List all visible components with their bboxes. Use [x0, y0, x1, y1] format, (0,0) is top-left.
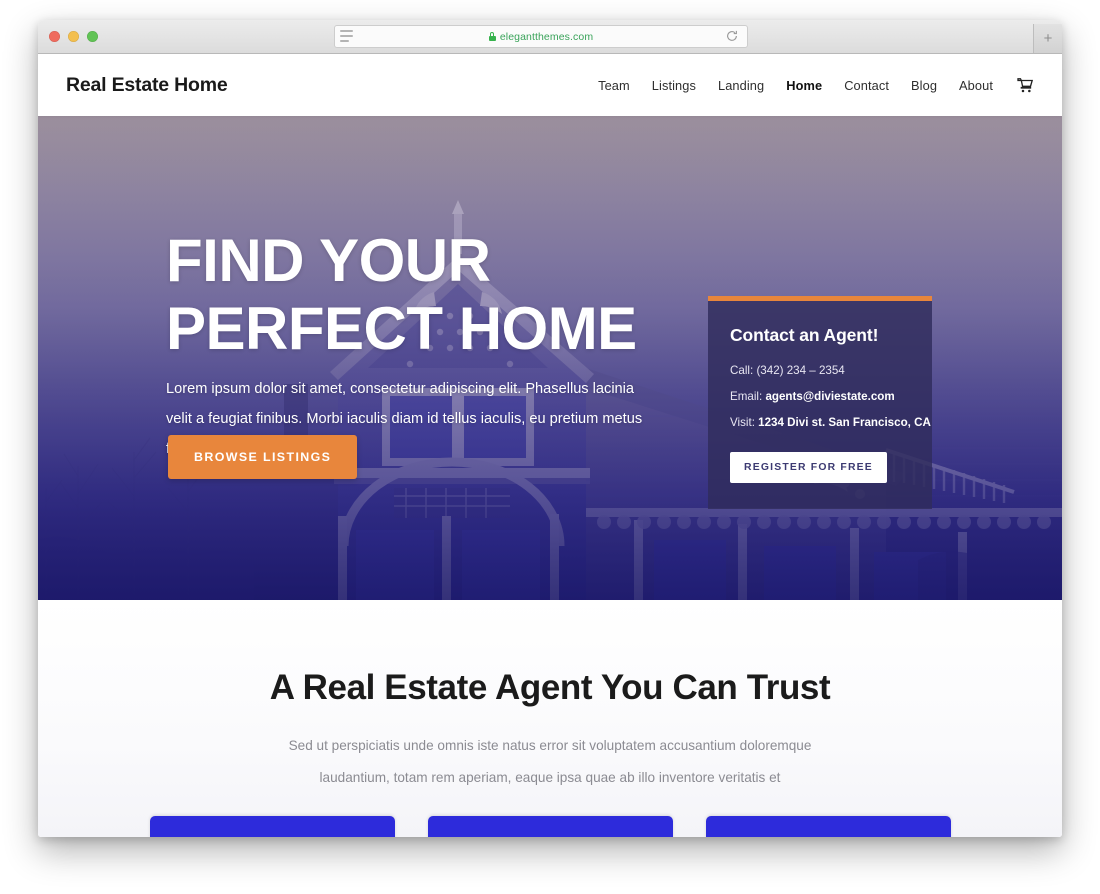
nav-item-contact[interactable]: Contact [844, 78, 889, 93]
browser-window: elegantthemes.com + Real Estate Home Tea… [38, 20, 1062, 837]
close-window-button[interactable] [49, 31, 60, 42]
agent-card-title: Contact an Agent! [730, 325, 879, 345]
zoom-window-button[interactable] [87, 31, 98, 42]
reader-view-icon[interactable] [340, 30, 353, 42]
register-for-free-button[interactable]: REGISTER FOR FREE [730, 451, 887, 483]
new-tab-button[interactable]: + [1033, 24, 1062, 53]
nav-item-about[interactable]: About [959, 78, 993, 93]
feature-card-3[interactable] [705, 816, 951, 837]
feature-card-1[interactable] [149, 816, 395, 837]
contact-agent-card: Contact an Agent! Call: (342) 234 – 2354… [708, 296, 932, 509]
browse-listings-button[interactable]: BROWSE LISTINGS [168, 435, 358, 479]
address-bar[interactable]: elegantthemes.com [334, 25, 748, 48]
feature-card-2[interactable] [427, 816, 673, 837]
hero-title-line1: FIND YOUR [166, 227, 491, 294]
hero-content: FIND YOUR PERFECT HOME Lorem ipsum dolor … [38, 116, 1062, 600]
webpage: Real Estate Home Team Listings Landing H… [38, 54, 1062, 837]
lock-icon [488, 32, 496, 41]
browser-toolbar: elegantthemes.com + [38, 20, 1062, 54]
agent-email-label: Email: [730, 389, 763, 403]
nav-item-listings[interactable]: Listings [652, 78, 696, 93]
agent-phone-line: Call: (342) 234 – 2354 [730, 364, 910, 378]
feature-cards-row [38, 816, 1062, 837]
agent-email-value[interactable]: agents@diviestate.com [765, 390, 894, 403]
agent-phone-value: (342) 234 – 2354 [756, 364, 845, 377]
nav-item-team[interactable]: Team [598, 78, 630, 93]
hero-title-line2: PERFECT HOME [166, 295, 637, 362]
nav-item-home[interactable]: Home [786, 78, 822, 93]
trust-heading: A Real Estate Agent You Can Trust [269, 668, 831, 707]
url-text: elegantthemes.com [499, 30, 594, 43]
shopping-cart-icon[interactable] [1017, 77, 1034, 93]
main-navigation: Team Listings Landing Home Contact Blog … [598, 78, 1034, 93]
agent-address-line: Visit: 1234 Divi st. San Francisco, CA [730, 415, 931, 430]
minimize-window-button[interactable] [68, 31, 79, 42]
url-display: elegantthemes.com [488, 30, 594, 43]
site-logo[interactable]: Real Estate Home [66, 74, 228, 97]
agent-address-value: 1234 Divi st. San Francisco, CA [758, 415, 931, 429]
hero-section: FIND YOUR PERFECT HOME Lorem ipsum dolor … [38, 116, 1062, 600]
screenshot-root: elegantthemes.com + Real Estate Home Tea… [0, 0, 1100, 894]
agent-phone-label: Call: [730, 364, 754, 377]
trust-paragraph: Sed ut perspiciatis unde omnis iste natu… [288, 738, 812, 785]
hero-title: FIND YOUR PERFECT HOME [166, 227, 637, 363]
agent-address-label: Visit: [730, 415, 755, 429]
trust-section: A Real Estate Agent You Can Trust Sed ut… [38, 600, 1062, 837]
nav-item-blog[interactable]: Blog [911, 78, 937, 93]
reload-icon[interactable] [725, 29, 739, 43]
site-header: Real Estate Home Team Listings Landing H… [38, 54, 1062, 116]
window-controls [49, 31, 98, 42]
agent-email-line: Email: agents@diviestate.com [730, 390, 910, 404]
nav-item-landing[interactable]: Landing [718, 78, 764, 93]
